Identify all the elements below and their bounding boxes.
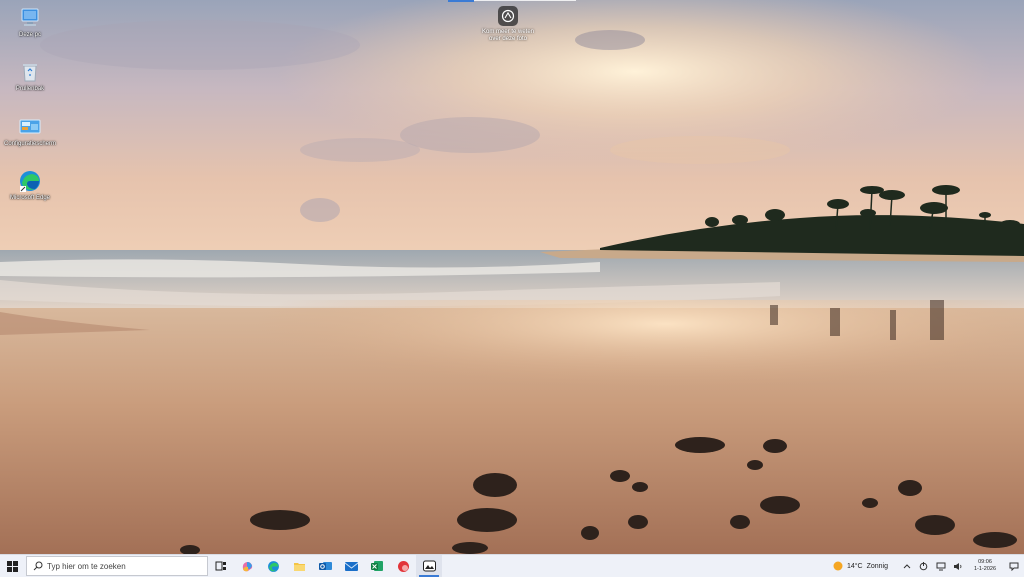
desktop-icon-recycle-bin[interactable]: Prullenbak [0, 60, 60, 93]
desktop-icon-label: Deze pc [18, 32, 41, 38]
widget-label: Kom meer te weten over deze foto [481, 29, 535, 42]
mail-button[interactable] [338, 555, 364, 577]
desktop-icon-label: Configuratiescherm [3, 141, 57, 147]
learn-about-photo-widget[interactable]: Kom meer te weten over deze foto [478, 6, 538, 43]
excel-button[interactable] [364, 555, 390, 577]
speaker-icon [953, 562, 961, 570]
red-app-button[interactable] [390, 555, 416, 577]
power-icon [919, 562, 928, 571]
excel-icon [371, 561, 383, 571]
file-explorer-button[interactable] [286, 555, 312, 577]
computer-icon [21, 8, 39, 26]
outlook-icon [318, 562, 332, 570]
desktop-icon-edge[interactable]: Microsoft Edge [0, 169, 60, 202]
task-view-icon [215, 561, 226, 571]
chevron-up-icon [903, 564, 910, 569]
copilot-button[interactable] [234, 555, 260, 577]
top-active-indicator [448, 0, 474, 2]
system-tray: 14°C Zonnig 09:06 1-1-2026 [833, 555, 1024, 577]
power-tray-button[interactable] [915, 555, 932, 577]
search-icon [33, 561, 43, 571]
mail-icon [344, 561, 358, 571]
clock-time: 09:06 [978, 559, 992, 565]
search-input[interactable] [47, 561, 197, 571]
weather-condition: Zonnig [866, 562, 888, 570]
desktop-icon-this-pc[interactable]: Deze pc [0, 6, 60, 39]
taskbar-search[interactable] [26, 556, 208, 576]
copilot-icon [242, 561, 252, 571]
top-indicator-line [474, 0, 576, 1]
edge-icon [20, 171, 40, 192]
desktop-wallpaper [0, 0, 1024, 554]
network-icon [936, 562, 945, 570]
notification-center-button[interactable] [1004, 555, 1024, 577]
windows-logo-icon [6, 560, 18, 572]
start-button[interactable] [0, 555, 24, 577]
camera-info-icon [498, 6, 518, 26]
taskbar: 14°C Zonnig 09:06 [0, 554, 1024, 577]
clock-date: 1-1-2026 [973, 566, 997, 572]
sun-icon [833, 561, 843, 571]
show-hidden-icons-button[interactable] [898, 555, 915, 577]
photos-button[interactable] [416, 555, 442, 577]
task-view-button[interactable] [208, 555, 234, 577]
desktop-icon-control-panel[interactable]: Configuratiescherm [0, 115, 60, 148]
weather-widget[interactable]: 14°C Zonnig [833, 561, 888, 571]
photos-icon [422, 560, 436, 572]
folder-icon [293, 563, 305, 571]
recycle-bin-icon [23, 64, 37, 82]
edge-icon [267, 560, 279, 572]
outlook-button[interactable] [312, 555, 338, 577]
edge-taskbar-button[interactable] [260, 555, 286, 577]
desktop-icon-label: Prullenbak [15, 86, 45, 92]
desktop-icon-label: Microsoft Edge [9, 195, 51, 201]
network-tray-button[interactable] [932, 555, 949, 577]
volume-tray-button[interactable] [949, 555, 966, 577]
red-app-icon [397, 560, 409, 572]
control-panel-icon [19, 119, 41, 134]
clock[interactable]: 09:06 1-1-2026 [966, 559, 1004, 573]
weather-temp: 14°C [846, 562, 863, 570]
notification-icon [1009, 562, 1019, 571]
